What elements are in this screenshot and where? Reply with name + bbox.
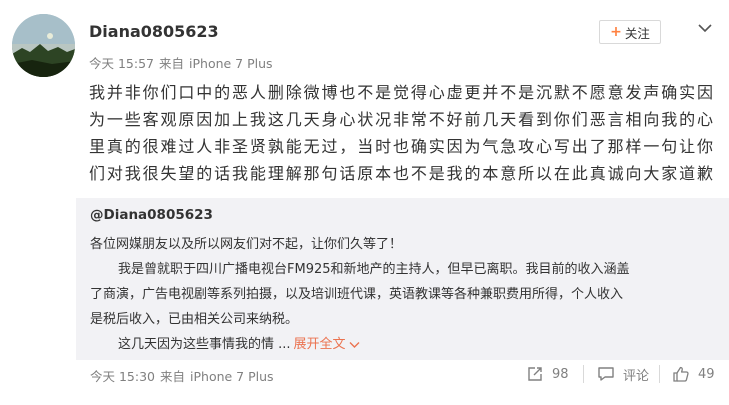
weibo-card: Diana0805623 今天 15:57 来自 iPhone 7 Plus + 关… — [0, 0, 729, 405]
post-text-line: 们对我很失望的话我能理解那句话原本也不是我的本意所以在此真诚向大家道歉 — [89, 164, 713, 183]
chevron-down-icon — [349, 341, 360, 348]
post-source[interactable]: iPhone 7 Plus — [189, 56, 273, 71]
avatar-image — [12, 14, 75, 77]
like-button[interactable]: 49 — [672, 361, 715, 387]
post-text: 我并非你们口中的恶人删除微博也不是觉得心虚更并不是沉默不愿意发声确实因 为一些客… — [89, 79, 713, 187]
more-options-button[interactable] — [694, 18, 716, 38]
repost-count: 98 — [552, 366, 569, 382]
quoted-username[interactable]: @Diana0805623 — [90, 207, 213, 223]
repost-icon — [528, 367, 542, 381]
quoted-text-line: 各位网媒朋友以及所以网友们对不起，让你们久等了！ — [90, 237, 403, 252]
quoted-post[interactable]: @Diana0805623 各位网媒朋友以及所以网友们对不起，让你们久等了！ 我… — [76, 198, 729, 360]
chevron-down-icon — [698, 24, 712, 33]
action-divider — [583, 365, 584, 383]
quoted-source[interactable]: iPhone 7 Plus — [190, 369, 274, 384]
quoted-text-truncated: 这几天因为这些事情我的情 ... — [118, 337, 291, 352]
post-text-line: 为一些客观原因加上我这几天身心状况非常不好前几天看到你们恶言相向我的心 — [89, 110, 713, 129]
follow-button[interactable]: + 关注 — [599, 20, 661, 44]
post-time[interactable]: 今天 15:57 — [89, 56, 154, 71]
quoted-text-line: 是税后收入，已由相关公司来纳税。 — [90, 312, 299, 327]
repost-button[interactable]: 98 — [526, 361, 569, 387]
quoted-time[interactable]: 今天 15:30 — [90, 369, 155, 384]
like-count: 49 — [698, 366, 715, 382]
post-text-line: 我并非你们口中的恶人删除微博也不是觉得心虚更并不是沉默不愿意发声确实因 — [89, 83, 713, 102]
quoted-text: 各位网媒朋友以及所以网友们对不起，让你们久等了！ 我是曾就职于四川广播电视台FM… — [90, 232, 718, 357]
post-source-prefix: 来自 — [159, 56, 185, 71]
action-divider — [659, 365, 660, 383]
thumbs-up-icon — [673, 366, 689, 382]
plus-icon: + — [610, 24, 622, 40]
quoted-source-prefix: 来自 — [160, 369, 186, 384]
expand-full-text-link[interactable]: 展开全文 — [294, 337, 360, 352]
expand-label: 展开全文 — [293, 337, 346, 352]
post-text-line: 里真的很难过人非圣贤孰能无过，当时也确实因为气急攻心写出了那样一句让你 — [89, 137, 713, 156]
quoted-text-line: 了商演，广告电视剧等系列拍摄，以及培训班代课，英语教课等各种兼职费用所得，个人收… — [90, 287, 624, 302]
quoted-meta: 今天 15:30 来自 iPhone 7 Plus — [90, 366, 279, 385]
post-meta: 今天 15:57 来自 iPhone 7 Plus — [89, 53, 278, 72]
comment-icon — [598, 367, 614, 381]
quoted-text-line: 这几天因为这些事情我的情 ... 展开全文 — [90, 332, 718, 357]
follow-label: 关注 — [624, 25, 650, 41]
comment-button[interactable]: 评论 — [597, 361, 649, 387]
quoted-text-line: 我是曾就职于四川广播电视台FM925和新地产的主持人，但早已离职。我目前的收入涵… — [118, 262, 630, 277]
post-username[interactable]: Diana0805623 — [89, 22, 219, 41]
comment-label: 评论 — [623, 368, 650, 384]
avatar[interactable] — [12, 14, 75, 77]
